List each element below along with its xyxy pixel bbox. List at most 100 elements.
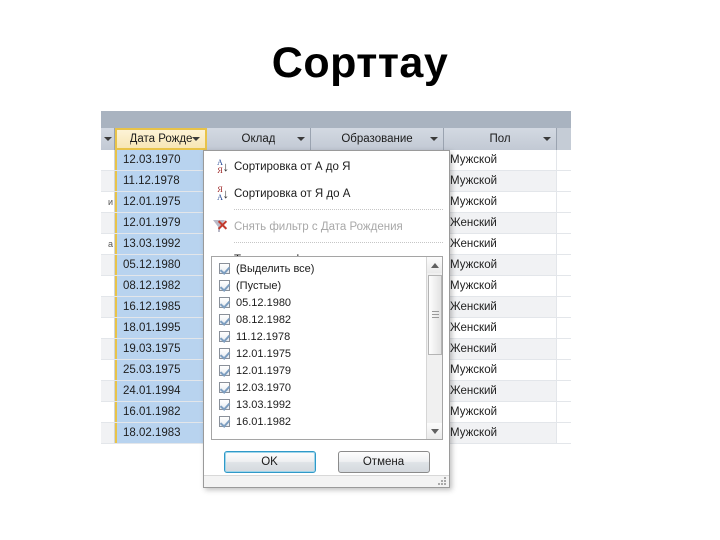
menu-item-sort-desc-label: Сортировка от Я до А <box>234 187 351 200</box>
table-cell-date[interactable]: 16.12.1985 <box>115 297 207 317</box>
table-cell-sex[interactable]: Мужской <box>444 255 557 275</box>
filter-panel-footer <box>204 475 449 487</box>
table-cell-sex[interactable]: Мужской <box>444 192 557 212</box>
column-header-salary-label: Оклад <box>241 133 276 145</box>
table-cell-sex[interactable]: Мужской <box>444 276 557 296</box>
column-header-date[interactable]: Дата Рожде <box>115 128 207 150</box>
filter-value-listbox[interactable]: (Выделить все) (Пустые) 05.12.1980 08.12.19… <box>211 256 443 440</box>
filter-dropdown-arrow-sex-icon[interactable] <box>543 137 551 141</box>
table-cell-sex[interactable]: Женский <box>444 213 557 233</box>
datasheet-header-row: Дата Рожде Оклад Образование Пол <box>101 128 571 150</box>
table-cell-date[interactable]: 19.03.1975 <box>115 339 207 359</box>
clear-filter-icon <box>206 219 234 234</box>
column-header-date-label: Дата Рожде <box>129 133 193 145</box>
checkbox-checked-icon[interactable] <box>219 416 230 427</box>
table-cell-stub[interactable] <box>101 360 115 380</box>
filter-value-item[interactable]: (Выделить все) <box>212 260 426 277</box>
scrollbar-thumb[interactable] <box>428 275 442 355</box>
table-cell-sex[interactable]: Мужской <box>444 360 557 380</box>
table-cell-date[interactable]: 18.02.1983 <box>115 423 207 443</box>
filter-value-item[interactable]: 05.12.1980 <box>212 294 426 311</box>
table-cell-sex[interactable]: Женский <box>444 381 557 401</box>
filter-value-label: 08.12.1982 <box>236 313 292 326</box>
table-cell-stub[interactable] <box>101 213 115 233</box>
table-cell-date[interactable]: 05.12.1980 <box>115 255 207 275</box>
filter-menu: А Я ↓ Сортировка от А до Я Я А ↓ Сортировка … <box>204 151 449 273</box>
menu-item-sort-desc[interactable]: Я А ↓ Сортировка от Я до А <box>204 180 449 207</box>
checkbox-checked-icon[interactable] <box>219 263 230 274</box>
table-cell-stub[interactable] <box>101 255 115 275</box>
menu-item-clear-filter: Снять фильтр с Дата Рождения <box>204 213 449 240</box>
table-cell-date[interactable]: 18.01.1995 <box>115 318 207 338</box>
column-header-education[interactable]: Образование <box>311 128 444 150</box>
table-cell-date[interactable]: 25.03.1975 <box>115 360 207 380</box>
column-header-salary[interactable]: Оклад <box>207 128 311 150</box>
table-cell-date[interactable]: 12.01.1979 <box>115 213 207 233</box>
scroll-up-button[interactable] <box>427 257 442 273</box>
table-cell-date[interactable]: 13.03.1992 <box>115 234 207 254</box>
table-cell-sex[interactable]: Женский <box>444 234 557 254</box>
table-cell-stub[interactable] <box>101 297 115 317</box>
table-cell-sex[interactable]: Мужской <box>444 171 557 191</box>
page-title: Сорттау <box>271 39 449 87</box>
table-cell-stub[interactable] <box>101 423 115 443</box>
filter-panel-buttons: OK Отмена <box>204 447 449 477</box>
table-cell-sex[interactable]: Женский <box>444 318 557 338</box>
filter-value-item[interactable]: 12.03.1970 <box>212 379 426 396</box>
column-header-sex-label: Пол <box>489 133 511 145</box>
filter-value-label: 12.01.1979 <box>236 364 292 377</box>
filter-value-label: 16.01.1982 <box>236 415 292 428</box>
column-header-stub <box>101 128 115 150</box>
table-cell-date[interactable]: 12.01.1975 <box>115 192 207 212</box>
checkbox-checked-icon[interactable] <box>219 331 230 342</box>
table-cell-sex[interactable]: Женский <box>444 339 557 359</box>
table-cell-sex[interactable]: Мужской <box>444 150 557 170</box>
ok-button[interactable]: OK <box>223 451 316 473</box>
cancel-button[interactable]: Отмена <box>337 451 430 473</box>
checkbox-checked-icon[interactable] <box>219 297 230 308</box>
table-cell-stub[interactable] <box>101 318 115 338</box>
filter-value-item[interactable]: 12.01.1975 <box>212 345 426 362</box>
table-cell-stub[interactable] <box>101 381 115 401</box>
scroll-down-button[interactable] <box>427 423 442 439</box>
table-cell-sex[interactable]: Женский <box>444 297 557 317</box>
table-cell-sex[interactable]: Мужской <box>444 423 557 443</box>
table-cell-stub[interactable] <box>101 150 115 170</box>
table-cell-stub[interactable] <box>101 402 115 422</box>
filter-value-item[interactable]: 11.12.1978 <box>212 328 426 345</box>
table-cell-date[interactable]: 16.01.1982 <box>115 402 207 422</box>
filter-value-item[interactable]: 13.03.1992 <box>212 396 426 413</box>
filter-dropdown-arrow-date-icon[interactable] <box>192 137 200 141</box>
filter-dropdown-arrow-salary-icon[interactable] <box>297 137 305 141</box>
table-cell-date[interactable]: 24.01.1994 <box>115 381 207 401</box>
filter-value-label: 11.12.1978 <box>236 330 291 343</box>
resize-grip-icon[interactable] <box>438 477 446 485</box>
checkbox-checked-icon[interactable] <box>219 314 230 325</box>
menu-item-sort-asc-label: Сортировка от А до Я <box>234 160 351 173</box>
column-header-sex[interactable]: Пол <box>444 128 557 150</box>
filter-value-item[interactable]: 08.12.1982 <box>212 311 426 328</box>
table-cell-stub[interactable]: и <box>101 192 115 212</box>
checkbox-checked-icon[interactable] <box>219 399 230 410</box>
table-cell-stub[interactable] <box>101 171 115 191</box>
filter-value-label: 13.03.1992 <box>236 398 292 411</box>
checkbox-checked-icon[interactable] <box>219 365 230 376</box>
table-cell-date[interactable]: 12.03.1970 <box>115 150 207 170</box>
filter-list-scrollbar[interactable] <box>426 257 442 439</box>
filter-value-item[interactable]: 16.01.1982 <box>212 413 426 430</box>
filter-value-label: 12.01.1975 <box>236 347 292 360</box>
filter-value-item[interactable]: 12.01.1979 <box>212 362 426 379</box>
filter-value-item[interactable]: (Пустые) <box>212 277 426 294</box>
table-cell-stub[interactable] <box>101 276 115 296</box>
table-cell-stub[interactable]: а <box>101 234 115 254</box>
checkbox-checked-icon[interactable] <box>219 280 230 291</box>
menu-item-sort-asc[interactable]: А Я ↓ Сортировка от А до Я <box>204 153 449 180</box>
table-cell-stub[interactable] <box>101 339 115 359</box>
table-cell-date[interactable]: 11.12.1978 <box>115 171 207 191</box>
checkbox-checked-icon[interactable] <box>219 348 230 359</box>
table-cell-date[interactable]: 08.12.1982 <box>115 276 207 296</box>
checkbox-checked-icon[interactable] <box>219 382 230 393</box>
table-cell-sex[interactable]: Мужской <box>444 402 557 422</box>
filter-dropdown-arrow-education-icon[interactable] <box>430 137 438 141</box>
filter-value-label: 05.12.1980 <box>236 296 292 309</box>
